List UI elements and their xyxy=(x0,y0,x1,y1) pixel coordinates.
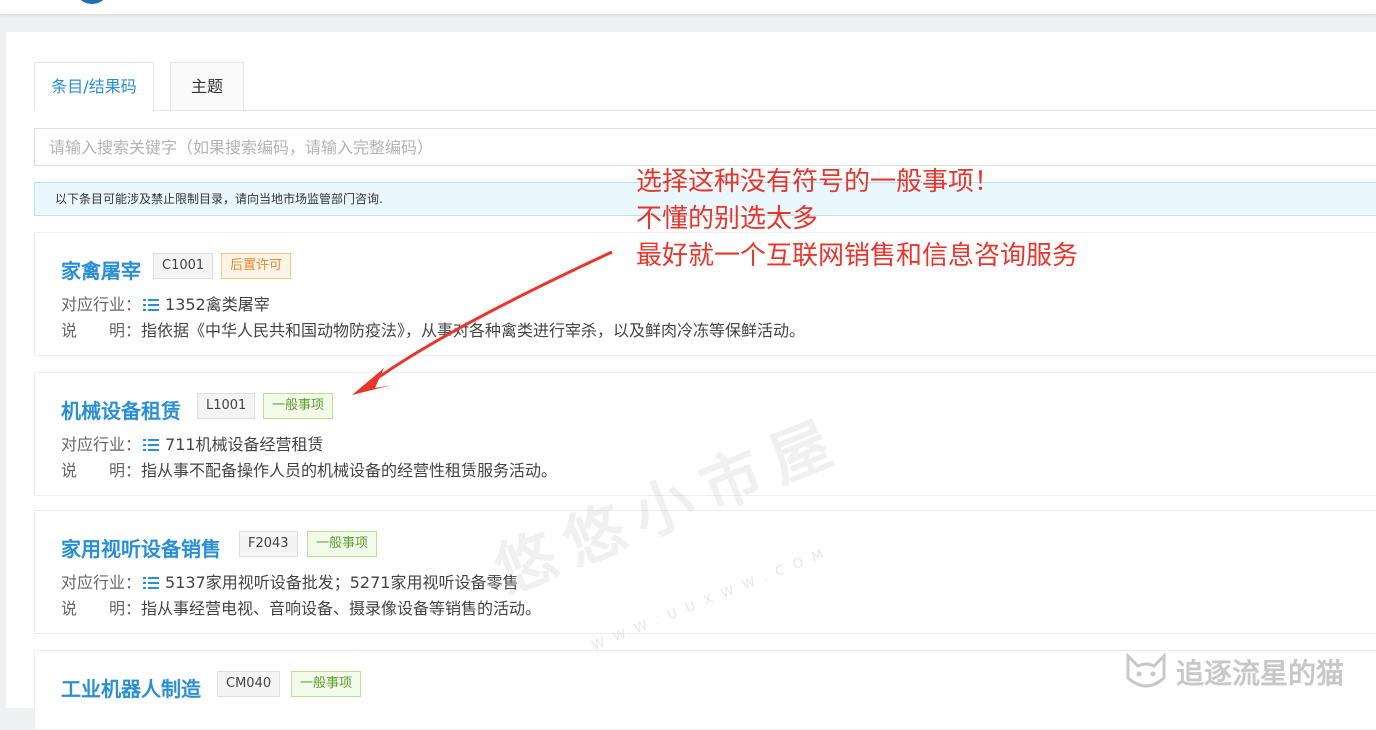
item-title-link[interactable]: 家禽屠宰 xyxy=(61,255,141,284)
item-type-badge: 后置许可 xyxy=(221,253,292,279)
description-row: 说 明：指从事不配备操作人员的机械设备的经营性租赁服务活动。 xyxy=(61,457,557,481)
item-title-link[interactable]: 机械设备租赁 xyxy=(61,395,181,424)
industry-value: 5137家用视听设备批发；5271家用视听设备零售 xyxy=(165,573,519,592)
annotation-text: 选择这种没有符号的一般事项！ 不懂的别选太多 最好就一个互联网销售和信息咨询服务 xyxy=(636,164,1078,275)
item-code-badge: C1001 xyxy=(153,253,214,279)
description-label: 说 明： xyxy=(61,321,142,340)
item-type-badge: 一般事项 xyxy=(263,393,334,419)
description-value: 指依据《中华人民共和国动物防疫法》，从事对各种禽类进行宰杀，以及鲜肉冷冻等保鲜活… xyxy=(141,321,806,340)
search-input[interactable] xyxy=(34,128,1376,166)
result-card: 工业机器人制造 CM040 一般事项 xyxy=(34,650,1376,730)
description-row: 说 明：指依据《中华人民共和国动物防疫法》，从事对各种禽类进行宰杀，以及鲜肉冷冻… xyxy=(61,317,805,341)
item-title-link[interactable]: 家用视听设备销售 xyxy=(61,533,221,562)
industry-row: 对应行业： 1352禽类屠宰 xyxy=(61,291,270,315)
industry-row: 对应行业： 711机械设备经营租赁 xyxy=(61,431,324,455)
industry-value: 711机械设备经营租赁 xyxy=(165,435,324,454)
main-panel: 条目/结果码 主题 以下条目可能涉及禁止限制目录，请向当地市场监管部门咨询. 家… xyxy=(6,32,1376,730)
list-icon xyxy=(143,299,160,311)
description-label: 说 明： xyxy=(61,461,142,480)
annotation-line: 最好就一个互联网销售和信息咨询服务 xyxy=(636,241,1079,271)
annotation-line: 不懂的别选太多 xyxy=(636,204,819,234)
result-card: 家用视听设备销售 F2043 一般事项 对应行业： 5137家用视听设备批发；52… xyxy=(34,510,1376,634)
industry-label: 对应行业： xyxy=(61,435,142,454)
item-type-badge: 一般事项 xyxy=(307,531,378,557)
item-code-badge: L1001 xyxy=(197,393,256,419)
description-row: 说 明：指从事经营电视、音响设备、摄录像设备等销售的活动。 xyxy=(61,595,541,619)
item-title-link[interactable]: 工业机器人制造 xyxy=(61,673,201,702)
item-code-badge: F2043 xyxy=(239,531,298,557)
industry-row: 对应行业： 5137家用视听设备批发；5271家用视听设备零售 xyxy=(61,569,518,593)
site-logo-icon[interactable] xyxy=(74,0,110,4)
tab-topic[interactable]: 主题 xyxy=(170,62,244,110)
tab-item-result-code[interactable]: 条目/结果码 xyxy=(34,62,154,111)
top-navigation-bar xyxy=(0,0,1376,14)
industry-value: 1352禽类屠宰 xyxy=(165,295,270,314)
tab-bar: 条目/结果码 主题 xyxy=(34,62,1376,111)
item-code-badge: CM040 xyxy=(217,671,281,697)
item-type-badge: 一般事项 xyxy=(291,671,362,697)
industry-label: 对应行业： xyxy=(61,295,142,314)
result-card: 机械设备租赁 L1001 一般事项 对应行业： 711机械设备经营租赁 说 明：指… xyxy=(34,372,1376,496)
description-value: 指从事不配备操作人员的机械设备的经营性租赁服务活动。 xyxy=(141,461,558,480)
list-icon xyxy=(143,577,160,589)
description-label: 说 明： xyxy=(61,599,142,618)
annotation-line: 选择这种没有符号的一般事项！ xyxy=(636,167,1001,197)
industry-label: 对应行业： xyxy=(61,573,142,592)
list-icon xyxy=(143,439,160,451)
description-value: 指从事经营电视、音响设备、摄录像设备等销售的活动。 xyxy=(141,599,542,618)
